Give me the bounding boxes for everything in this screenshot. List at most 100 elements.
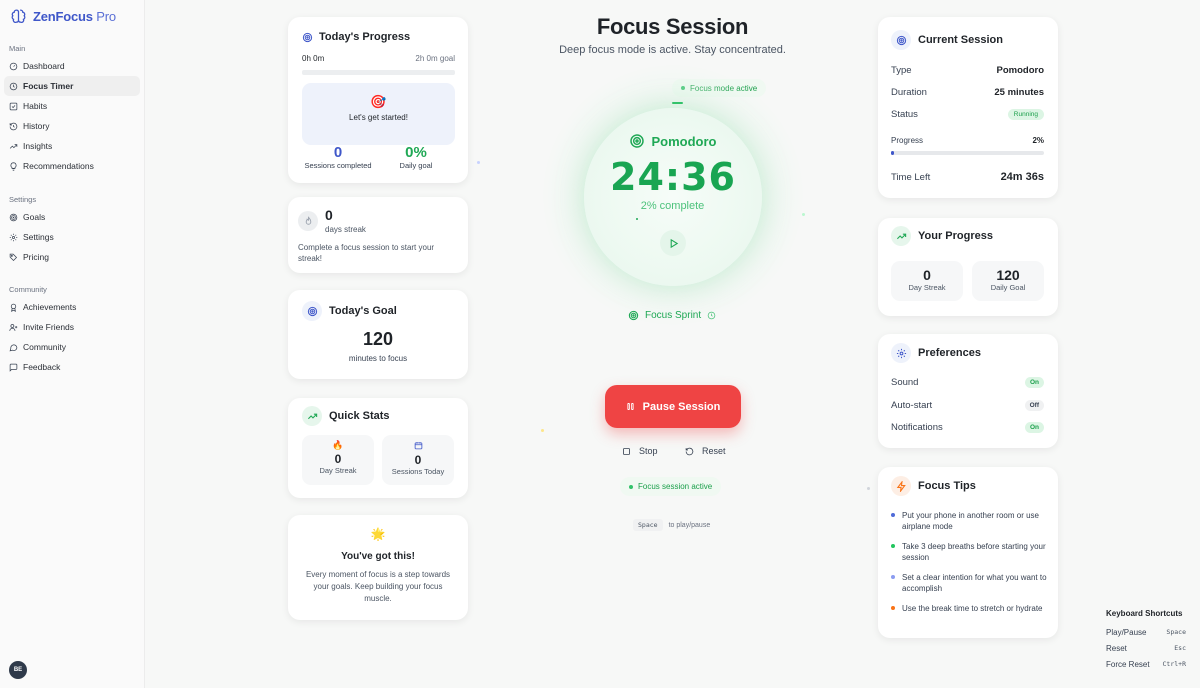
sidebar-item-insights[interactable]: Insights <box>4 136 140 156</box>
history-icon <box>9 122 18 130</box>
reset-button[interactable]: Reset <box>685 446 726 456</box>
shortcut-key: Space <box>1166 628 1186 636</box>
nav-heading-community: Community <box>9 285 47 294</box>
current-session-card: Current Session Type Pomodoro Duration 2… <box>878 17 1058 198</box>
brand[interactable]: ZenFocus Pro <box>10 8 116 25</box>
shortcut-row: Play/Pause Space <box>1106 624 1186 640</box>
sidebar-item-settings[interactable]: Settings <box>4 227 140 247</box>
timer-percent: 2% complete <box>640 200 705 212</box>
streak-label: days streak <box>325 225 366 234</box>
pause-session-label: Pause Session <box>642 400 721 413</box>
sidebar-item-focus-timer[interactable]: Focus Timer <box>4 76 140 96</box>
status-badge: Running <box>1007 109 1044 120</box>
notifications-label: Notifications <box>891 422 943 433</box>
day-streak-stat: 0 Day Streak <box>891 261 963 301</box>
message-icon <box>9 363 18 372</box>
session-active-badge: Focus session active <box>620 477 722 496</box>
sidebar-item-label: Invite Friends <box>23 322 75 332</box>
your-progress-card: Your Progress 0 Day Streak 120 Daily Goa… <box>878 218 1058 316</box>
page-title: Focus Session <box>596 14 749 39</box>
sidebar-item-dashboard[interactable]: Dashboard <box>4 56 140 76</box>
goal-icon-badge <box>302 301 322 321</box>
sidebar-item-label: Focus Timer <box>23 81 74 91</box>
daily-goal-value: 120 <box>996 267 1020 283</box>
time-left-value: 24m 36s <box>1000 171 1044 183</box>
progress-value: 2% <box>1032 136 1044 145</box>
lightning-icon <box>896 480 906 492</box>
sidebar-item-history[interactable]: History <box>4 116 140 136</box>
sidebar-item-pricing[interactable]: Pricing <box>4 247 140 267</box>
card-title: Today's Progress <box>319 31 411 43</box>
dial-progress-marker <box>672 102 683 104</box>
autostart-toggle[interactable]: Off <box>1024 400 1044 411</box>
shortcut-row: Force Reset Ctrl+R <box>1106 656 1186 672</box>
time-left-row: Time Left 24m 36s <box>891 171 1044 183</box>
avatar[interactable]: BE <box>9 661 27 679</box>
tip-item: Put your phone in another room or use ai… <box>891 510 1051 532</box>
notifications-row: Notifications On <box>891 422 1044 433</box>
sidebar-item-achievements[interactable]: Achievements <box>4 297 140 317</box>
keyboard-hint: Space to play/pause <box>633 519 710 531</box>
sidebar-item-label: Settings <box>23 232 54 242</box>
brand-suffix: Pro <box>96 9 116 24</box>
nav-heading-settings: Settings <box>9 195 37 204</box>
sidebar-item-feedback[interactable]: Feedback <box>4 357 140 377</box>
streak-card: 0 days streak Complete a focus session t… <box>288 197 468 273</box>
sparkle-dot <box>867 487 870 490</box>
pause-session-button[interactable]: Pause Session <box>605 385 741 428</box>
sound-toggle[interactable]: On <box>1024 377 1044 388</box>
focus-sprint-label: Focus Sprint <box>645 310 702 321</box>
session-active-text: Focus session active <box>638 482 713 491</box>
shortcut-action: Reset <box>1106 643 1127 653</box>
get-started-text: Let's get started! <box>349 113 408 122</box>
tip-item: Set a clear intention for what you want … <box>891 572 1051 594</box>
clock-icon <box>9 82 18 90</box>
chat-icon <box>9 344 18 351</box>
nav-main: Main Dashboard Focus Timer Habits Histor… <box>0 44 145 176</box>
daily-goal-label: Daily Goal <box>990 283 1026 292</box>
day-streak-label: Day Streak <box>908 283 946 292</box>
day-streak-stat: 🔥 0 Day Streak <box>302 435 374 485</box>
streak-value: 0 <box>325 207 333 223</box>
timer-display: 24:36 <box>610 155 736 199</box>
shortcut-key: Esc <box>1174 644 1186 652</box>
sidebar-item-label: Habits <box>23 101 48 111</box>
keyboard-shortcuts-panel: Keyboard Shortcuts Play/Pause Space Rese… <box>1106 609 1186 672</box>
type-row: Type Pomodoro <box>891 65 1044 76</box>
type-value: Pomodoro <box>996 65 1045 76</box>
sessions-today-stat: 0 Sessions Today <box>382 435 454 485</box>
sidebar-item-recommendations[interactable]: Recommendations <box>4 156 140 176</box>
gear-icon <box>896 348 906 358</box>
fire-icon: 🔥 <box>332 440 344 450</box>
goal-value: 120 <box>362 329 394 349</box>
brain-logo-icon <box>11 9 26 23</box>
day-streak-label: Day Streak <box>319 466 357 475</box>
sidebar-item-label: Feedback <box>23 362 61 372</box>
sidebar-item-habits[interactable]: Habits <box>4 96 140 116</box>
time-left-label: Time Left <box>891 171 931 183</box>
stop-button[interactable]: Stop <box>622 446 658 456</box>
sparkle-dot <box>802 213 805 216</box>
gear-icon <box>9 233 18 241</box>
nav-heading-main: Main <box>9 44 26 53</box>
sound-label: Sound <box>891 377 919 388</box>
notifications-toggle[interactable]: On <box>1024 422 1044 433</box>
reset-label: Reset <box>702 446 726 456</box>
target-icon <box>307 306 317 316</box>
streak-icon-badge <box>298 211 318 231</box>
target-icon <box>896 35 906 45</box>
nav-settings: Settings Goals Settings Pricing <box>0 195 145 267</box>
trend-icon <box>9 143 18 149</box>
motivation-card: 🌟 You've got this! Every moment of focus… <box>288 515 468 620</box>
tip-item: Use the break time to stretch or hydrate <box>891 603 1051 614</box>
dart-icon: 🎯 <box>370 94 387 109</box>
target-icon <box>9 213 18 221</box>
sidebar-item-goals[interactable]: Goals <box>4 207 140 227</box>
day-streak-value: 0 <box>923 267 931 283</box>
sidebar-item-invite-friends[interactable]: Invite Friends <box>4 317 140 337</box>
play-button[interactable] <box>660 230 686 256</box>
user-plus-icon <box>9 323 18 331</box>
sidebar-item-community[interactable]: Community <box>4 337 140 357</box>
keyboard-hint-text: to play/pause <box>668 521 711 529</box>
progress-current: 0h 0m <box>302 54 325 63</box>
